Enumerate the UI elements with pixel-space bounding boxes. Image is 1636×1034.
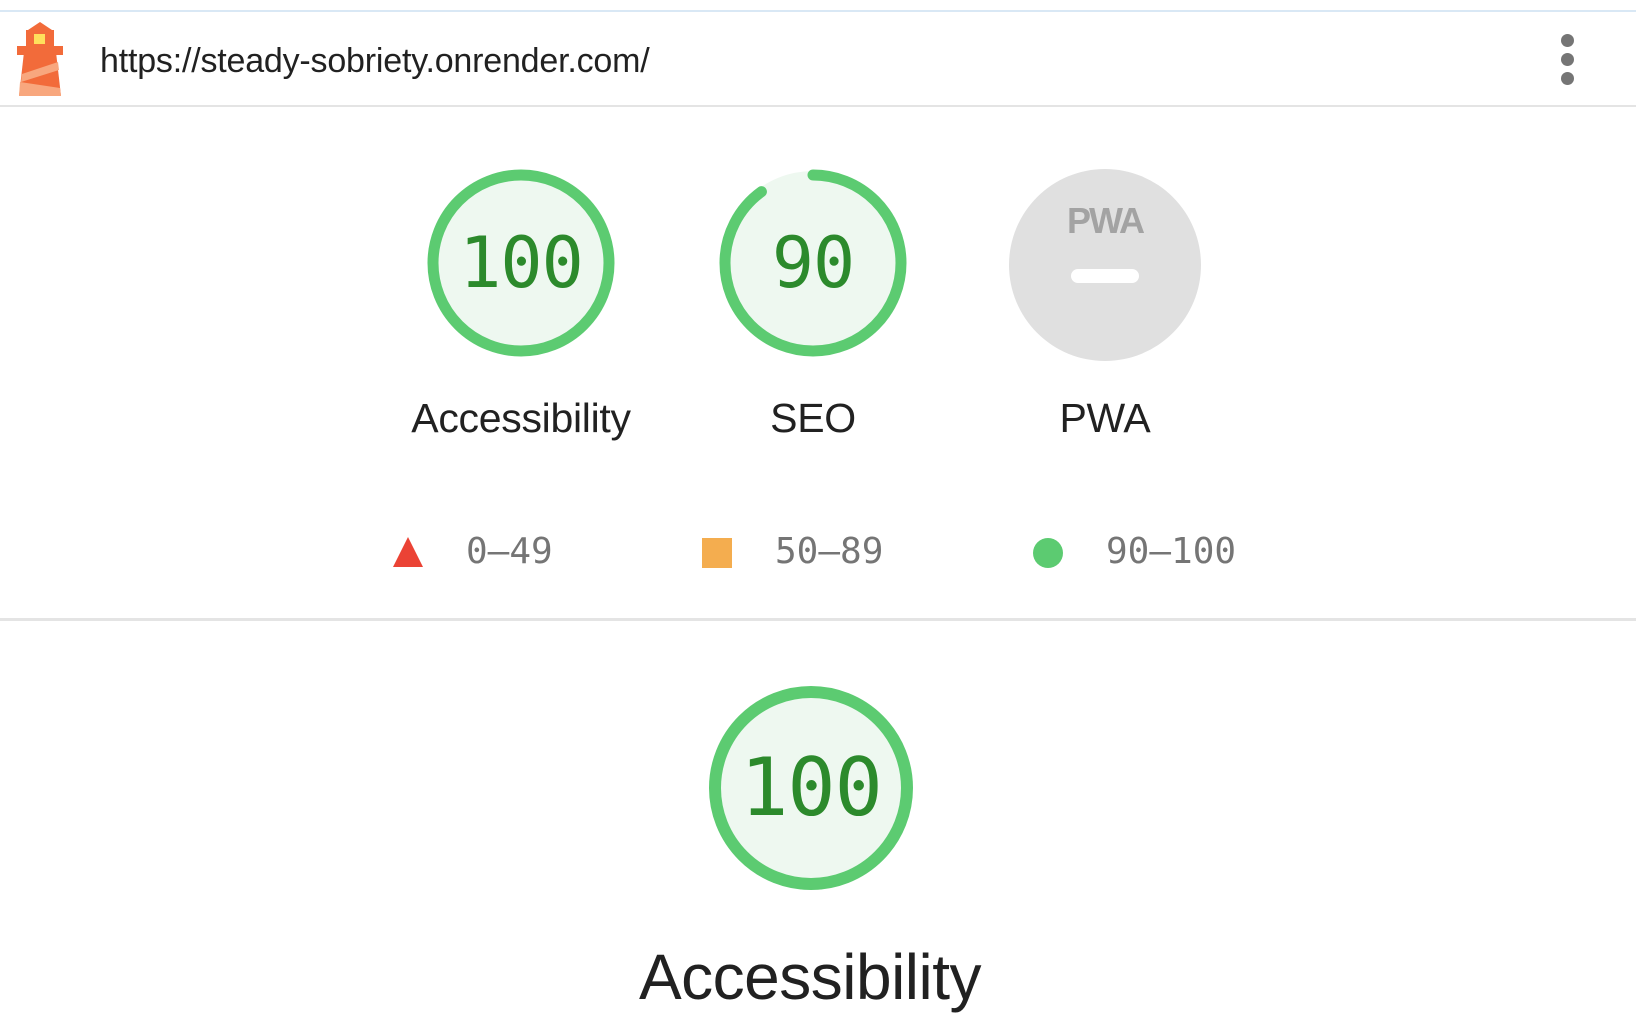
top-border: [0, 0, 1636, 12]
pwa-gauge[interactable]: PWA: [1007, 167, 1207, 367]
gauge-score: 100: [740, 741, 883, 834]
seo-gauge[interactable]: 90: [713, 163, 913, 363]
category-score-gauge: 100: [703, 680, 919, 896]
legend-item-fail: 0–49: [392, 525, 592, 575]
page-url[interactable]: https://steady-sobriety.onrender.com/: [100, 42, 650, 81]
average-square-icon: [702, 538, 732, 568]
fail-triangle-icon: [393, 537, 423, 567]
gauge-score: 90: [771, 222, 855, 304]
legend-range: 90–100: [1106, 531, 1237, 572]
gauge-label: SEO: [770, 395, 856, 441]
legend-range: 50–89: [775, 531, 884, 572]
pass-circle-icon: [1033, 538, 1063, 568]
gauge-label: PWA: [1059, 395, 1151, 441]
lighthouse-icon: [14, 22, 66, 96]
legend-item-pass: 90–100: [1032, 525, 1272, 575]
more-vertical-icon[interactable]: [1552, 32, 1582, 88]
category-title: Accessibility: [638, 941, 982, 1013]
legend-range: 0–49: [466, 531, 553, 572]
accessibility-gauge[interactable]: 100: [421, 163, 621, 363]
na-dash-icon: [1071, 269, 1139, 283]
section-divider: [0, 618, 1636, 621]
legend-item-average: 50–89: [701, 525, 921, 575]
gauge-score: 100: [459, 222, 583, 304]
report-header: https://steady-sobriety.onrender.com/: [0, 12, 1636, 107]
pwa-badge-icon: PWA: [1067, 200, 1145, 241]
gauge-label: Accessibility: [411, 395, 631, 441]
